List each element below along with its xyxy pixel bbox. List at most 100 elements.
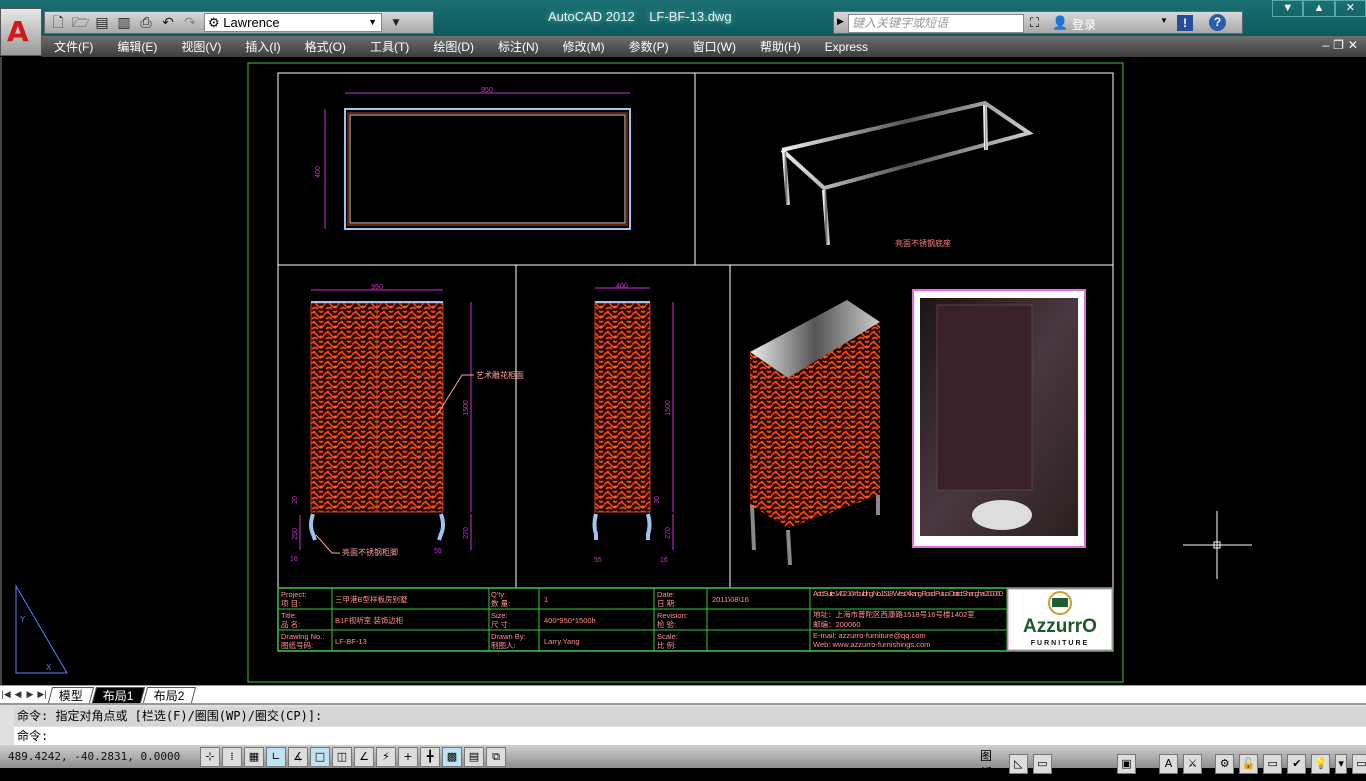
paper-space-toggle[interactable]: 图纸 (980, 747, 1003, 781)
dimension-text: 55 (594, 557, 602, 564)
minimize-button[interactable]: ▼ (1272, 0, 1304, 17)
drawing_no-label: Drawing No.:图纸号码: (281, 632, 324, 650)
undo-icon[interactable]: ↶ (160, 15, 176, 31)
revision-label: Revision:检 验: (657, 611, 688, 629)
help-icon[interactable]: ? (1209, 14, 1226, 31)
grid-icon[interactable]: ▦ (244, 746, 264, 767)
clean-screen-icon[interactable]: ▭ (1351, 754, 1366, 774)
menu-item[interactable]: Express (813, 40, 880, 54)
menu-item[interactable]: 帮助(H) (748, 38, 813, 55)
drawn_by-label: Drawn By:制图人: (491, 632, 526, 650)
front-elevation: 950 1500 270 20 250 16 55 艺术雕花柜面 亮面不锈钢柜脚 (290, 284, 524, 563)
lineweight-icon[interactable]: ╋ (420, 746, 440, 767)
quick-view-layouts-icon[interactable]: ◺ (1008, 754, 1028, 774)
close-button[interactable]: ✕ (1334, 0, 1366, 17)
polar-icon[interactable]: ∡ (288, 746, 308, 767)
quick-properties-icon[interactable]: ▤ (464, 746, 484, 767)
open-icon[interactable]: 🗁 (72, 15, 89, 31)
menu-item[interactable]: 绘图(D) (421, 38, 486, 55)
workspace-select[interactable]: ⚙ Lawrence ▼ (204, 13, 382, 32)
drawing-canvas[interactable]: 950 400 亮面不锈钢底座 950 1500 270 20 250 16 5… (0, 57, 1366, 685)
autocad-logo-icon: A (7, 15, 29, 48)
tab-layout2[interactable]: 布局2 (142, 686, 196, 703)
menu-item[interactable]: 编辑(E) (105, 38, 169, 55)
isolate-objects-icon[interactable]: ✔ (1287, 754, 1307, 774)
side-elevation: 400 1500 30 270 55 16 (592, 283, 674, 564)
login-link[interactable]: 登录 (1072, 16, 1096, 33)
maximize-viewport-icon[interactable]: ▣ (1116, 754, 1136, 774)
qty-label: Q'ty:数 量: (491, 590, 510, 608)
exchange-icon[interactable]: ! (1177, 15, 1193, 31)
menu-item[interactable]: 参数(P) (617, 38, 681, 55)
search-input[interactable]: 键入关键字或短语 (848, 14, 1024, 33)
base-label: 亮面不锈钢底座 (895, 238, 951, 248)
tab-layout1[interactable]: 布局1 (91, 686, 145, 703)
chevron-down-icon[interactable]: ▼ (1160, 16, 1168, 25)
lightbulb-icon[interactable]: 💡 (1311, 754, 1331, 774)
customize-toolbar-icon[interactable]: ▼ (388, 15, 404, 31)
ortho-icon[interactable]: ∟ (266, 746, 286, 767)
otrack-icon[interactable]: ∠ (354, 746, 374, 767)
next-tab-icon[interactable]: ▶ (24, 689, 36, 700)
last-tab-icon[interactable]: ▶| (36, 689, 48, 700)
quick-view-drawings-icon[interactable]: ▭ (1032, 754, 1052, 774)
command-input[interactable]: 命令: (14, 727, 1366, 745)
redo-icon[interactable]: ↷ (182, 15, 198, 31)
hardware-acceleration-icon[interactable]: ▭ (1263, 754, 1283, 774)
snap-icon[interactable]: ⁞ (222, 746, 242, 767)
scale-label: Scale:比 例: (657, 632, 678, 650)
address-en: Add:Suite 1402 16# building No.1518 West… (813, 589, 1003, 598)
dimension-text: 16 (290, 556, 298, 563)
tab-model[interactable]: 模型 (47, 686, 95, 703)
workspace-switching-icon[interactable]: ⚙ (1215, 754, 1235, 774)
annotation-visibility-icon[interactable]: ⚔ (1183, 754, 1203, 774)
expand-icon[interactable]: ▶ (837, 16, 844, 27)
menu-item[interactable]: 文件(F) (42, 38, 105, 55)
dimension-text: 400 (616, 283, 628, 290)
save-icon[interactable]: ▤ (94, 15, 110, 31)
binoculars-icon[interactable]: ⛶ (1030, 15, 1039, 31)
command-window: 命令: 指定对角点或 [栏选(F)/圈围(WP)/圈交(CP)]: 命令: (0, 703, 1366, 745)
menu-item[interactable]: 标注(N) (486, 38, 551, 55)
project-value: 三甲港B型样板房别墅 (335, 594, 408, 604)
selection-cycling-icon[interactable]: ⧉ (486, 746, 506, 767)
print-icon[interactable]: ⎙ (138, 15, 154, 31)
annotation-scale-icon[interactable]: A (1158, 754, 1179, 774)
3d-osnap-icon[interactable]: ◫ (332, 746, 352, 767)
infocenter: ▶ 键入关键字或短语 ⛶ 👤 登录 ▼ ! ? (833, 11, 1243, 34)
osnap-icon[interactable]: □ (310, 746, 330, 767)
svg-text:X: X (46, 663, 52, 672)
dimension-text: 1500 (665, 400, 672, 416)
svg-text:Y: Y (20, 615, 26, 624)
document-window-controls[interactable]: –❐✕ (1323, 38, 1363, 52)
new-icon[interactable]: 🗋 (50, 15, 66, 31)
ducs-icon[interactable]: ⚡ (376, 746, 396, 767)
infer-constraints-icon[interactable]: ⊹ (200, 746, 220, 767)
transparency-icon[interactable]: ▩ (442, 746, 462, 767)
drawing_no-value: LF-BF-13 (335, 637, 367, 646)
maximize-button[interactable]: ▲ (1303, 0, 1335, 17)
menu-item[interactable]: 修改(M) (551, 38, 617, 55)
drawing-svg: 950 400 亮面不锈钢底座 950 1500 270 20 250 16 5… (15, 62, 1252, 683)
menu-item[interactable]: 视图(V) (169, 38, 233, 55)
dimension-text: 270 (463, 527, 470, 539)
dimension-text: 30 (654, 496, 661, 504)
menu-item[interactable]: 插入(I) (233, 38, 292, 55)
logo-sub: FURNITURE (1031, 640, 1089, 647)
prev-tab-icon[interactable]: ◀ (12, 689, 24, 700)
chevron-down-icon: ▼ (368, 17, 377, 27)
window-controls: ▼ ▲ ✕ (1272, 0, 1366, 17)
website: Web: www.azzurro-furnishings.com (813, 640, 930, 649)
save-as-icon[interactable]: ▥ (116, 15, 132, 31)
menu-item[interactable]: 工具(T) (358, 38, 421, 55)
menu-item[interactable]: 格式(O) (293, 38, 358, 55)
logo-text: AzzurrO (1023, 616, 1097, 637)
first-tab-icon[interactable]: |◀ (0, 689, 12, 700)
dynamic-input-icon[interactable]: + (398, 746, 418, 767)
lock-icon[interactable]: 🔓 (1239, 754, 1259, 774)
application-menu-button[interactable]: A (0, 8, 42, 56)
chevron-down-icon[interactable]: ▾ (1335, 754, 1347, 774)
title-label: Title:品 名: (281, 611, 300, 629)
iso-base-view (780, 100, 1034, 246)
menu-item[interactable]: 窗口(W) (681, 38, 748, 55)
